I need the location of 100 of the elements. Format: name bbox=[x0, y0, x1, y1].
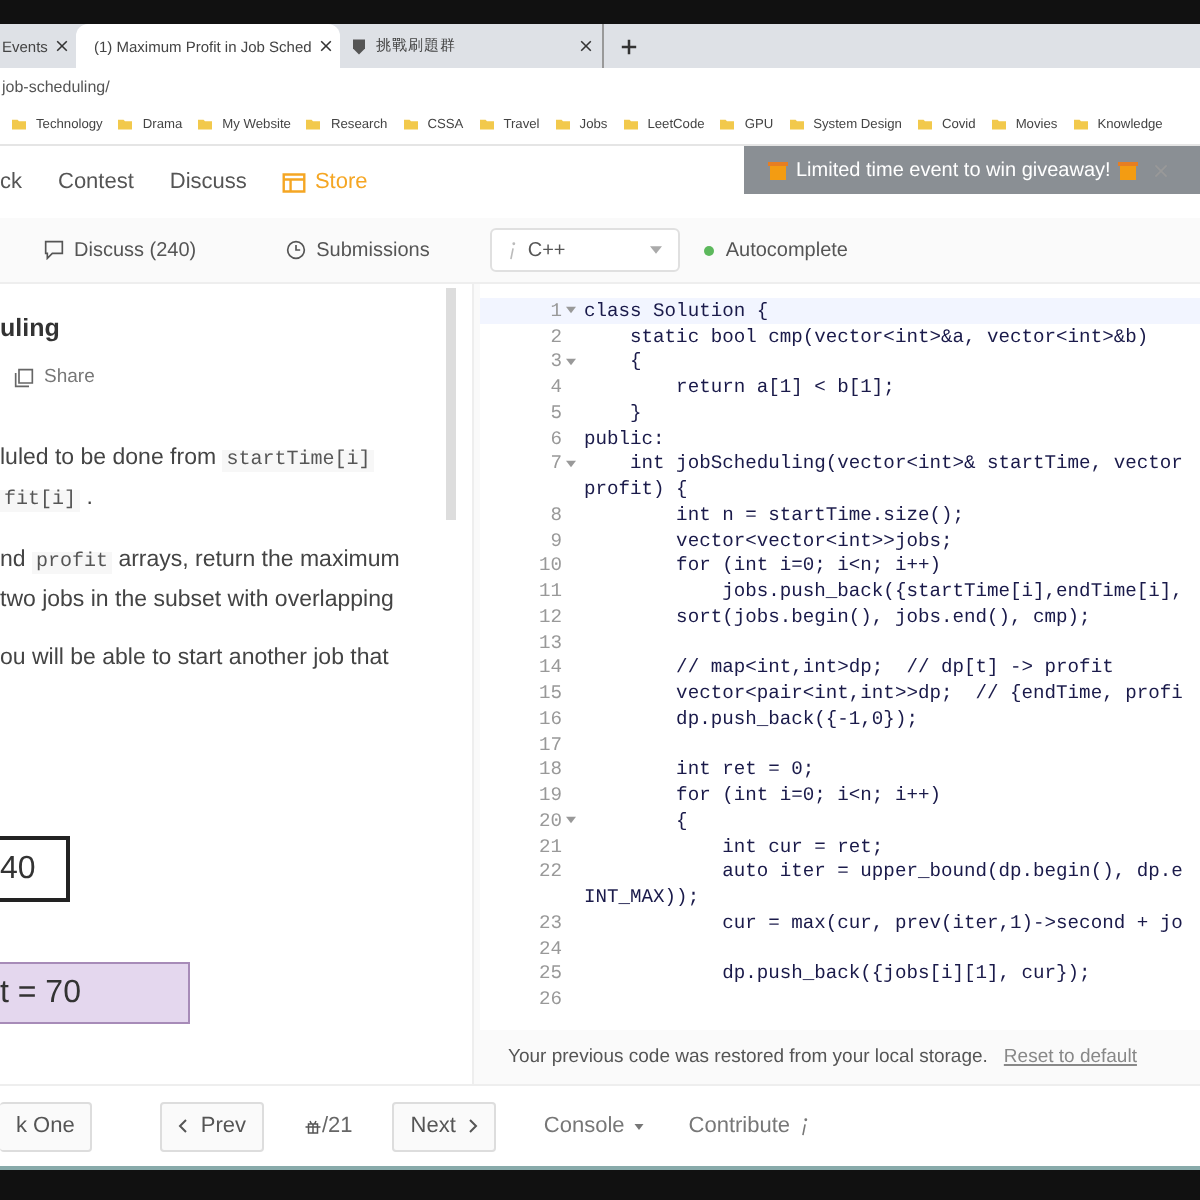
code-line: dp.push_back({-1,0}); bbox=[674, 707, 918, 730]
folder-icon bbox=[479, 116, 494, 132]
shield-icon bbox=[350, 37, 368, 55]
code-line: public: bbox=[584, 427, 665, 450]
restore-notice: Your previous code was restored from your local storage. bbox=[508, 1046, 988, 1068]
folder-icon bbox=[1073, 116, 1088, 132]
code-line: profit) { bbox=[584, 478, 688, 501]
close-tab-icon[interactable] bbox=[580, 40, 592, 52]
code-line: INT_MAX)); bbox=[584, 886, 700, 909]
line-number: 14 bbox=[538, 656, 562, 679]
description-text: nd profit arrays, return the maximum bbox=[0, 546, 400, 578]
code-line: sort(jobs.begin(), jobs.end(), cmp); bbox=[674, 605, 1091, 628]
line-number: 13 bbox=[538, 631, 562, 654]
line-number: 23 bbox=[538, 911, 562, 934]
folder-icon bbox=[623, 116, 638, 132]
caret-icon bbox=[634, 1123, 645, 1129]
autocomplete-toggle[interactable]: Autocomplete bbox=[725, 239, 848, 261]
line-number: 7 bbox=[550, 452, 562, 475]
line-number: 25 bbox=[538, 962, 562, 985]
submissions-tab[interactable]: Submissions bbox=[316, 239, 430, 261]
line-number: 20 bbox=[538, 809, 562, 832]
fold-arrow-icon[interactable] bbox=[566, 306, 576, 315]
problem-title: uling bbox=[0, 314, 60, 342]
line-number: 16 bbox=[538, 707, 562, 730]
language-select[interactable]: C++ bbox=[489, 228, 680, 272]
info-icon bbox=[800, 1117, 809, 1135]
line-number: 17 bbox=[538, 733, 562, 756]
fold-arrow-icon[interactable] bbox=[566, 357, 576, 366]
line-number: 11 bbox=[538, 580, 562, 603]
code-line: { bbox=[674, 809, 688, 832]
code-line: { bbox=[628, 350, 642, 373]
banner-text: Limited time event to win giveaway! bbox=[796, 159, 1111, 181]
address-url[interactable]: job-scheduling/ bbox=[2, 77, 110, 95]
folder-icon bbox=[306, 116, 321, 132]
nav-link[interactable]: ck bbox=[0, 170, 22, 194]
code-line: int n = startTime.size(); bbox=[674, 503, 964, 526]
contribute-button[interactable]: Contribute bbox=[688, 1114, 809, 1138]
line-number: 10 bbox=[538, 554, 562, 577]
job-bar: t = 70 bbox=[0, 962, 190, 1024]
close-tab-icon[interactable] bbox=[55, 40, 68, 52]
next-button[interactable]: Next bbox=[392, 1101, 496, 1151]
line-number: 4 bbox=[550, 376, 562, 399]
line-number: 9 bbox=[550, 529, 562, 552]
scrollbar[interactable] bbox=[446, 288, 456, 520]
folder-icon bbox=[720, 116, 735, 132]
prev-button[interactable]: Prev bbox=[160, 1101, 264, 1151]
line-number: 6 bbox=[550, 427, 562, 450]
code-line: cur = max(cur, prev(iter,1)->second + jo bbox=[720, 911, 1183, 934]
code-editor[interactable] bbox=[480, 284, 1200, 1030]
chevron-right-icon bbox=[467, 1118, 478, 1134]
code-line: int cur = ret; bbox=[720, 835, 884, 858]
line-number: 12 bbox=[538, 605, 562, 628]
folder-icon bbox=[12, 116, 26, 132]
new-tab-icon[interactable] bbox=[620, 37, 638, 55]
store-icon bbox=[282, 171, 307, 193]
code-line: } bbox=[628, 401, 642, 424]
folder-icon bbox=[403, 116, 418, 132]
fold-arrow-icon[interactable] bbox=[566, 459, 576, 468]
line-number: 18 bbox=[538, 758, 562, 781]
chevron-left-icon bbox=[178, 1118, 189, 1134]
line-number: 26 bbox=[538, 988, 562, 1011]
folder-icon bbox=[917, 116, 932, 132]
console-button[interactable]: Console bbox=[543, 1114, 645, 1138]
code-line: vector<vector<int>>jobs; bbox=[674, 529, 953, 552]
code-line: int ret = 0; bbox=[674, 758, 815, 781]
share-icon bbox=[14, 367, 34, 387]
pick-one-button[interactable]: k One bbox=[0, 1101, 93, 1151]
code-line: return a[1] < b[1]; bbox=[674, 376, 895, 399]
code-line: dp.push_back({jobs[i][1], cur}); bbox=[720, 962, 1091, 985]
folder-icon bbox=[789, 116, 804, 132]
clock-icon bbox=[286, 240, 307, 260]
nav-link[interactable]: Contest bbox=[58, 170, 134, 194]
line-number: 21 bbox=[538, 835, 562, 858]
folder-icon bbox=[555, 116, 570, 132]
code-line: int jobScheduling(vector<int>& startTime, vector bbox=[628, 452, 1183, 475]
line-number: 3 bbox=[550, 350, 562, 373]
line-number: 22 bbox=[538, 860, 562, 883]
description-text: luled to be done from startTime[i] bbox=[0, 444, 375, 476]
code-line: for (int i=0; i<n; i++) bbox=[674, 784, 941, 807]
share-button[interactable]: Share bbox=[44, 366, 95, 388]
fold-arrow-icon[interactable] bbox=[566, 816, 576, 825]
description-text: two jobs in the subset with overlapping bbox=[0, 586, 394, 616]
problem-counter[interactable]: /21 bbox=[321, 1114, 353, 1138]
code-line: for (int i=0; i<n; i++) bbox=[674, 554, 941, 577]
folder-icon bbox=[118, 116, 133, 132]
folder-icon bbox=[198, 116, 213, 132]
discuss-tab[interactable]: Discuss (240) bbox=[74, 239, 197, 261]
status-dot-icon bbox=[703, 245, 714, 255]
gift-icon bbox=[768, 158, 788, 182]
nav-link[interactable]: Discuss bbox=[169, 170, 247, 194]
line-number: 5 bbox=[550, 401, 562, 424]
line-number: 19 bbox=[538, 784, 562, 807]
job-bar: 40 bbox=[0, 836, 70, 902]
folder-icon bbox=[991, 116, 1006, 132]
line-number: 24 bbox=[538, 937, 562, 960]
info-icon bbox=[507, 241, 516, 259]
close-tab-icon[interactable] bbox=[319, 40, 332, 52]
code-line: class Solution { bbox=[584, 299, 769, 322]
caret-icon bbox=[649, 246, 662, 254]
code-line: vector<pair<int,int>>dp; // {endTime, profi bbox=[674, 682, 1183, 705]
